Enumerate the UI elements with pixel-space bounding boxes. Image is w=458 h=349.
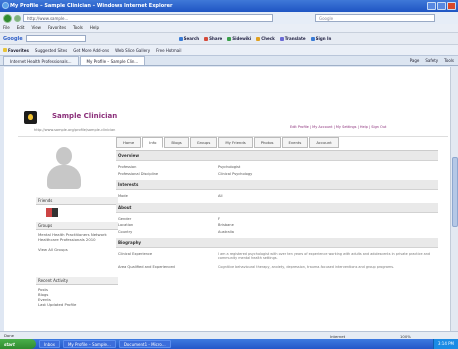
tools-menu[interactable]: Tools: [444, 56, 454, 65]
groups-header: Groups: [36, 222, 118, 230]
menu-edit[interactable]: Edit: [17, 24, 25, 32]
toolbar-translate[interactable]: Translate: [279, 36, 306, 41]
friends-header: Friends: [36, 197, 118, 205]
field-label: Clinical Experience: [118, 252, 153, 256]
profile-tabs: Home Info Blogs Groups My Friends Photos…: [116, 137, 339, 148]
browser-tab[interactable]: Internet Health Professionals...: [3, 56, 79, 65]
friend-thumbnail[interactable]: [52, 208, 58, 217]
field-value: Cognitive behavioural therapy, anxiety, …: [218, 265, 395, 270]
field-label: Professional Discipline: [118, 171, 159, 176]
toolbar-check[interactable]: Check: [256, 36, 275, 41]
menu-help[interactable]: Help: [90, 24, 99, 32]
tab-friends[interactable]: My Friends: [218, 137, 253, 148]
web-page: Sample Clinician http://www.sample.org/p…: [4, 67, 450, 331]
tab-info[interactable]: Info: [142, 137, 164, 148]
section-header: Biography: [116, 238, 438, 248]
toolbar-search[interactable]: Search: [178, 36, 199, 41]
favorite-item[interactable]: Get More Add-ons: [73, 48, 109, 53]
field-value: Clinical Psychology: [218, 171, 253, 176]
tab-blogs[interactable]: Blogs: [164, 137, 189, 148]
status-text: Done: [4, 333, 14, 338]
menu-bar: File Edit View Favorites Tools Help: [0, 24, 458, 32]
field-value: I am a registered psychologist with over…: [218, 252, 431, 261]
favorites-button[interactable]: Favorites: [3, 48, 29, 53]
taskbar-item[interactable]: Document1 - Micro...: [118, 340, 171, 348]
address-bar: http://www.sample... Google: [0, 12, 458, 24]
field-value: Australia: [218, 229, 234, 234]
field-value: F: [218, 216, 221, 221]
tab-events[interactable]: Events: [281, 137, 309, 148]
menu-favorites[interactable]: Favorites: [48, 24, 66, 32]
forward-button[interactable]: [14, 14, 21, 22]
avatar: [44, 145, 84, 190]
page-menu[interactable]: Page: [410, 56, 420, 65]
google-toolbar: Google Search Share Sidewiki Check Trans…: [0, 32, 458, 44]
view-all-groups-link[interactable]: View All Groups: [38, 247, 116, 252]
vertical-scrollbar[interactable]: [450, 67, 458, 331]
search-input[interactable]: Google: [315, 14, 435, 22]
section-header: Overview: [116, 151, 438, 161]
section-header: Interests: [116, 180, 438, 190]
toolbar-sidewiki[interactable]: Sidewiki: [227, 36, 251, 41]
field-label: Mode: [118, 194, 128, 198]
maximize-button[interactable]: [437, 2, 446, 10]
favorites-bar: Favorites Suggested Sites Get More Add-o…: [0, 44, 458, 55]
section-header: About: [116, 202, 438, 213]
favorite-item[interactable]: Web Slice Gallery: [115, 48, 150, 53]
profile-info-content: Overview Profession Psychologist Professi…: [116, 150, 438, 271]
tab-photos[interactable]: Photos: [253, 137, 281, 148]
status-bar: Done Internet 100%: [0, 331, 458, 339]
browser-window: My Profile – Sample Clinician – Windows …: [0, 0, 458, 349]
ie-icon: [2, 2, 9, 9]
profile-links[interactable]: Edit Profile | My Account | My Settings …: [290, 125, 386, 129]
close-button[interactable]: [447, 2, 456, 10]
tab-home[interactable]: Home: [116, 137, 142, 148]
field-label: Gender: [118, 216, 132, 221]
start-button[interactable]: start: [0, 339, 36, 349]
toolbar-share[interactable]: Share: [204, 36, 222, 41]
google-search-input[interactable]: [25, 35, 86, 42]
groups-box: Groups Mental Health Practitioners Netwo…: [36, 222, 118, 254]
back-button[interactable]: [3, 13, 12, 23]
google-logo: Google: [3, 35, 23, 42]
group-item[interactable]: Healthcare Professionals 2010: [38, 237, 116, 242]
favorite-item[interactable]: Free Hotmail: [156, 48, 181, 53]
menu-file[interactable]: File: [3, 24, 10, 32]
address-input[interactable]: http://www.sample...: [23, 14, 273, 22]
profile-url[interactable]: http://www.sample.org/profile/sample-cli…: [34, 128, 115, 132]
profile-name: Sample Clinician: [52, 112, 118, 120]
field-label: Location: [118, 223, 134, 227]
field-label: Area Qualified and Experienced: [118, 265, 175, 270]
tab-account[interactable]: Account: [309, 137, 339, 148]
field-label: Profession: [118, 165, 137, 169]
taskbar: start Inbox My Profile – Sample... Docum…: [0, 339, 458, 349]
field-label: Country: [118, 229, 133, 234]
field-value: Brisbane: [218, 223, 234, 227]
taskbar-item[interactable]: My Profile – Sample...: [62, 340, 116, 348]
minimize-button[interactable]: [427, 2, 436, 10]
tab-groups[interactable]: Groups: [189, 137, 218, 148]
field-value: All: [218, 194, 223, 198]
recent-header: Recent Activity: [36, 277, 118, 285]
toolbar-sign-in[interactable]: Sign In: [310, 36, 331, 41]
menu-tools[interactable]: Tools: [73, 24, 83, 32]
window-title: My Profile – Sample Clinician – Windows …: [10, 3, 173, 9]
site-logo: [24, 111, 37, 124]
star-icon: [3, 48, 7, 52]
favorite-item[interactable]: Suggested Sites: [35, 48, 67, 53]
scrollbar-thumb[interactable]: [452, 157, 458, 227]
system-clock: 3:14 PM: [432, 339, 458, 349]
recent-item[interactable]: Last Updated Profile: [38, 302, 116, 307]
field-value: Psychologist: [218, 165, 241, 169]
friends-box: Friends: [36, 197, 118, 223]
browser-tabs: Internet Health Professionals... My Prof…: [0, 55, 458, 66]
safety-menu[interactable]: Safety: [425, 56, 438, 65]
browser-tab-active[interactable]: My Profile – Sample Clin...: [79, 56, 146, 65]
title-bar: My Profile – Sample Clinician – Windows …: [0, 0, 458, 12]
taskbar-item[interactable]: Inbox: [39, 340, 60, 348]
menu-view[interactable]: View: [31, 24, 41, 32]
recent-activity-box: Recent Activity Posts Blogs Events Last …: [36, 277, 118, 309]
